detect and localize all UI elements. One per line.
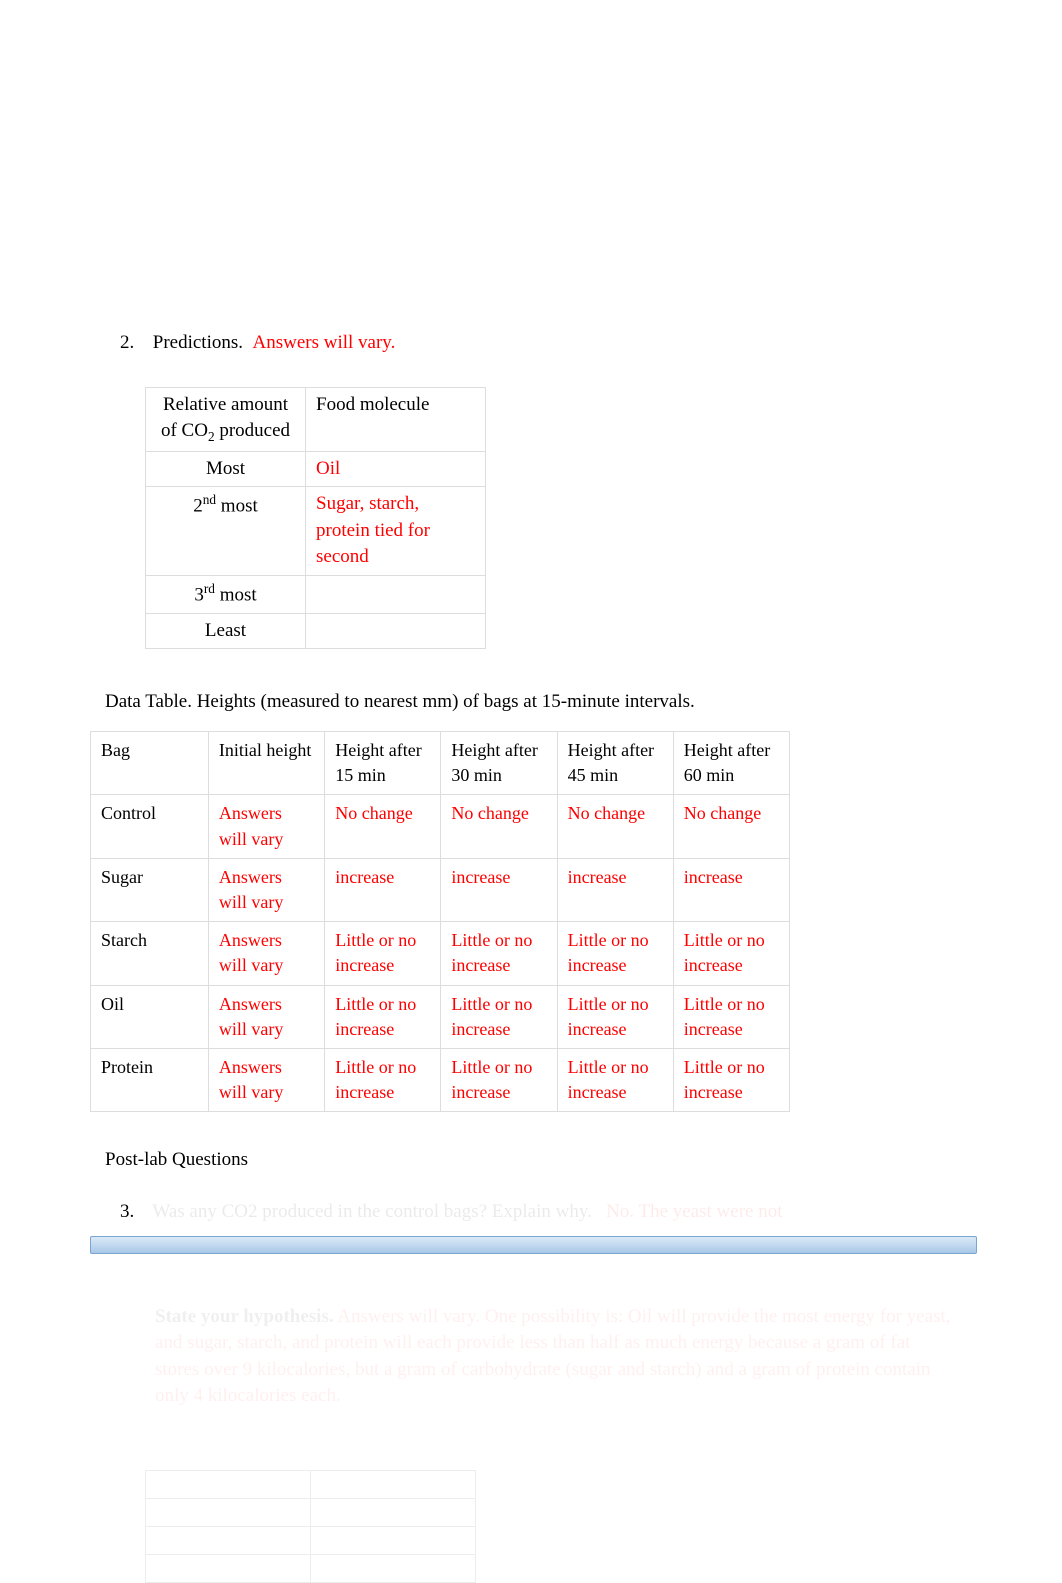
cell-initial: Answers will vary — [208, 795, 324, 858]
table-row: 2nd most Sugar, starch, protein tied for… — [146, 487, 486, 576]
pred-rank: 3rd most — [146, 575, 306, 613]
cell-bag: Protein — [91, 1048, 209, 1111]
cell-60: increase — [673, 858, 789, 921]
cell-60: Little or no increase — [673, 1048, 789, 1111]
cell-45: No change — [557, 795, 673, 858]
cell-45: Little or no increase — [557, 985, 673, 1048]
cell — [311, 1470, 476, 1498]
table-row: Starch Answers will vary Little or no in… — [91, 922, 790, 985]
cell-30: Little or no increase — [441, 1048, 557, 1111]
cell — [311, 1526, 476, 1554]
header-60: Height after 60 min — [673, 732, 789, 795]
postlab-heading: Post-lab Questions — [105, 1147, 972, 1174]
bottom-empty-table — [145, 1470, 476, 1583]
pred-rank: Least — [146, 613, 306, 649]
cell-bag: Oil — [91, 985, 209, 1048]
cell-30: increase — [441, 858, 557, 921]
cell — [146, 1470, 311, 1498]
table-row — [146, 1470, 476, 1498]
hypothesis-block: State your hypothesis. Answers will vary… — [155, 1304, 952, 1410]
cell-30: No change — [441, 795, 557, 858]
cell-bag: Control — [91, 795, 209, 858]
pred-food: Oil — [306, 451, 486, 487]
data-table-caption: Data Table. Heights (measured to nearest… — [105, 689, 972, 716]
data-table: Bag Initial height Height after 15 min H… — [90, 731, 790, 1112]
cell-60: No change — [673, 795, 789, 858]
cell-15: increase — [325, 858, 441, 921]
cell-60: Little or no increase — [673, 985, 789, 1048]
pred-food: Sugar, starch, protein tied for second — [306, 487, 486, 576]
q3-number: 3. — [120, 1199, 148, 1226]
predictions-table: Relative amount of CO2 produced Food mol… — [145, 387, 486, 650]
header-45: Height after 45 min — [557, 732, 673, 795]
table-row: Sugar Answers will vary increase increas… — [91, 858, 790, 921]
table-row: Oil Answers will vary Little or no incre… — [91, 985, 790, 1048]
q2-answer: Answers will vary. — [253, 332, 396, 353]
table-row: Most Oil — [146, 451, 486, 487]
cell-60: Little or no increase — [673, 922, 789, 985]
q2-number: 2. — [120, 330, 148, 357]
pred-header-right: Food molecule — [306, 387, 486, 451]
cell-initial: Answers will vary — [208, 922, 324, 985]
table-row: Relative amount of CO2 produced Food mol… — [146, 387, 486, 451]
cell-30: Little or no increase — [441, 985, 557, 1048]
header-initial: Initial height — [208, 732, 324, 795]
cell-30: Little or no increase — [441, 922, 557, 985]
hypothesis-label-faint: State your hypothesis. — [155, 1306, 334, 1327]
table-row: Bag Initial height Height after 15 min H… — [91, 732, 790, 795]
cell — [311, 1554, 476, 1582]
header-bag: Bag — [91, 732, 209, 795]
selection-highlight — [90, 1236, 977, 1254]
cell — [146, 1498, 311, 1526]
cell-45: Little or no increase — [557, 1048, 673, 1111]
pred-rank: 2nd most — [146, 487, 306, 576]
cell-bag: Sugar — [91, 858, 209, 921]
table-row: 3rd most — [146, 575, 486, 613]
cell-initial: Answers will vary — [208, 858, 324, 921]
cell-bag: Starch — [91, 922, 209, 985]
table-row: Protein Answers will vary Little or no i… — [91, 1048, 790, 1111]
header-30: Height after 30 min — [441, 732, 557, 795]
cell-15: Little or no increase — [325, 985, 441, 1048]
cell-initial: Answers will vary — [208, 1048, 324, 1111]
cell-15: No change — [325, 795, 441, 858]
question-3: 3. Was any CO2 produced in the control b… — [120, 1199, 972, 1226]
cell-initial: Answers will vary — [208, 985, 324, 1048]
cell — [146, 1526, 311, 1554]
table-row: Least — [146, 613, 486, 649]
q3-text-faint: Was any CO2 produced in the control bags… — [152, 1201, 591, 1222]
question-2: 2. Predictions. Answers will vary. — [120, 330, 972, 357]
table-row: Control Answers will vary No change No c… — [91, 795, 790, 858]
cell-45: increase — [557, 858, 673, 921]
pred-header-left: Relative amount of CO2 produced — [146, 387, 306, 451]
header-15: Height after 15 min — [325, 732, 441, 795]
table-row — [146, 1498, 476, 1526]
pred-food — [306, 575, 486, 613]
table-row — [146, 1526, 476, 1554]
q2-label: Predictions. — [153, 332, 243, 353]
cell-15: Little or no increase — [325, 1048, 441, 1111]
pred-rank: Most — [146, 451, 306, 487]
pred-food — [306, 613, 486, 649]
table-row — [146, 1554, 476, 1582]
cell-15: Little or no increase — [325, 922, 441, 985]
cell — [146, 1554, 311, 1582]
cell — [311, 1498, 476, 1526]
cell-45: Little or no increase — [557, 922, 673, 985]
q3-answer-faint: No. The yeast were not — [606, 1201, 782, 1222]
